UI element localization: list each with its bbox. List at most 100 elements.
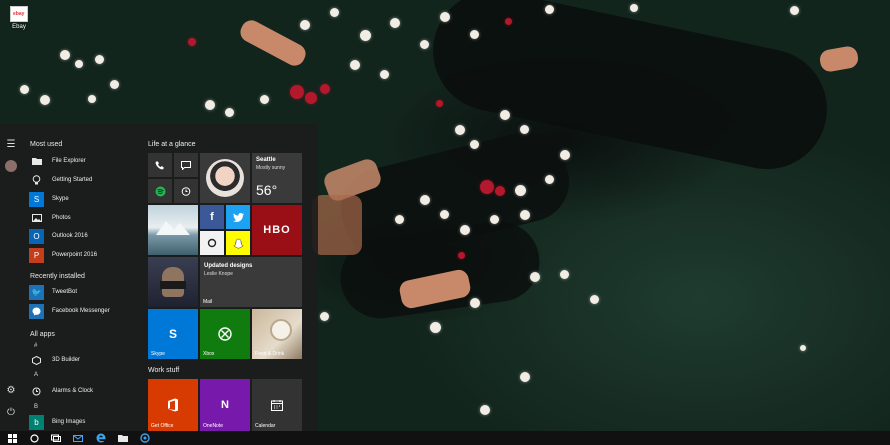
app-icon[interactable] <box>140 433 150 443</box>
app-label: Outlook 2016 <box>52 233 88 239</box>
alpha-header-hash[interactable]: # <box>34 343 37 349</box>
app-file-explorer[interactable]: File Explorer <box>29 153 86 169</box>
hbo-tile[interactable]: HBO <box>252 205 302 255</box>
onenote-label: OneNote <box>203 423 224 429</box>
skype-tile-label: Skype <box>151 351 165 357</box>
most-used-header: Most used <box>30 141 63 148</box>
food-image <box>270 319 292 341</box>
people-tile[interactable] <box>200 153 250 203</box>
alpha-header-b[interactable]: B <box>34 404 38 410</box>
hamburger-icon[interactable]: ☰ <box>5 138 17 150</box>
desktop-icon-label: Ebay <box>12 24 26 30</box>
hbo-now-tile[interactable] <box>148 257 198 307</box>
life-at-a-glance-header: Life at a glance <box>148 141 196 148</box>
calendar-tile[interactable]: Calendar <box>252 379 302 431</box>
xbox-tile-label: Xbox <box>203 351 215 357</box>
messaging-tile[interactable] <box>174 153 198 177</box>
camera-tile[interactable] <box>200 231 224 255</box>
app-label: File Explorer <box>52 158 86 164</box>
get-office-tile[interactable]: Get Office <box>148 379 198 431</box>
power-icon[interactable]: ⏻ <box>5 406 17 418</box>
cortana-search-icon[interactable] <box>29 433 39 443</box>
desktop-icon-ebay[interactable]: ebay Ebay <box>5 6 33 30</box>
food-drink-tile[interactable]: Food & Drink <box>252 309 302 359</box>
messenger-icon <box>29 303 44 319</box>
bing-icon: b <box>29 414 44 430</box>
app-getting-started[interactable]: Getting Started <box>29 172 92 188</box>
twitter-icon <box>226 205 250 229</box>
mail-subject: Updated designs <box>204 263 253 269</box>
get-office-label: Get Office <box>151 423 174 429</box>
food-tile-label: Food & Drink <box>255 351 285 357</box>
tile-area: Life at a glance Seattle Mostly sunny 56… <box>148 124 318 431</box>
app-3d-builder[interactable]: 3D Builder <box>29 352 80 368</box>
alarm-icon <box>174 179 198 203</box>
app-label: Powerpoint 2016 <box>52 252 98 258</box>
app-powerpoint[interactable]: P Powerpoint 2016 <box>29 247 97 263</box>
photos-tile[interactable] <box>148 205 198 255</box>
facebook-tile[interactable]: f <box>200 205 224 229</box>
message-icon <box>174 153 198 177</box>
app-label: Getting Started <box>52 177 93 183</box>
app-list: Most used File Explorer Getting Started … <box>24 124 142 431</box>
weather-condition: Mostly sunny <box>256 165 286 171</box>
calendar-label: Calendar <box>255 423 276 429</box>
app-label: Photos <box>52 215 71 221</box>
powerpoint-icon: P <box>29 247 44 263</box>
edge-icon[interactable] <box>96 433 106 443</box>
settings-icon[interactable]: ⚙ <box>5 384 17 396</box>
user-avatar[interactable] <box>5 160 17 172</box>
alarm-tile[interactable] <box>174 179 198 203</box>
photos-icon <box>29 211 44 226</box>
app-label: Skype <box>52 196 69 202</box>
spotify-icon <box>148 179 172 203</box>
work-stuff-header: Work stuff <box>148 367 180 374</box>
mail-icon[interactable] <box>73 433 83 443</box>
onenote-tile[interactable]: N OneNote <box>200 379 250 431</box>
folder-icon <box>29 154 44 169</box>
snapchat-tile[interactable] <box>226 231 250 255</box>
skype-icon: S <box>29 191 44 207</box>
start-rail: ☰ ⚙ ⏻ <box>0 124 22 431</box>
file-explorer-icon[interactable] <box>118 433 128 443</box>
skype-tile[interactable]: S Skype <box>148 309 198 359</box>
app-skype[interactable]: S Skype <box>29 191 69 207</box>
weather-temp: 56° <box>256 182 278 198</box>
weather-city: Seattle <box>256 157 276 163</box>
app-bing-images[interactable]: b Bing Images <box>29 414 85 430</box>
recently-installed-header: Recently installed <box>30 273 85 280</box>
weather-tile[interactable]: Seattle Mostly sunny 56° <box>252 153 302 203</box>
app-outlook[interactable]: O Outlook 2016 <box>29 228 88 244</box>
camera-icon <box>200 231 224 255</box>
snapchat-icon <box>226 231 250 255</box>
taskbar <box>0 431 890 445</box>
all-apps-header[interactable]: All apps <box>30 331 55 338</box>
twitter-tile[interactable] <box>226 205 250 229</box>
app-label: TweetBot <box>52 289 78 295</box>
windows-start-icon[interactable] <box>7 433 17 443</box>
ebay-icon: ebay <box>10 6 28 22</box>
phone-icon <box>148 153 172 177</box>
alpha-header-a[interactable]: A <box>34 372 38 378</box>
app-photos[interactable]: Photos <box>29 210 71 226</box>
app-label: 3D Builder <box>52 357 81 363</box>
facebook-icon: f <box>210 211 214 223</box>
spotify-tile[interactable] <box>148 179 172 203</box>
task-view-icon[interactable] <box>51 433 61 443</box>
app-label: Bing Images <box>52 419 86 425</box>
app-alarms-clock[interactable]: Alarms & Clock <box>29 383 93 399</box>
hbo-now-logo <box>160 281 186 289</box>
app-label: Alarms & Clock <box>52 388 94 394</box>
iceberg-image <box>156 221 190 235</box>
alarm-icon <box>29 384 44 399</box>
xbox-tile[interactable]: Xbox <box>200 309 250 359</box>
tweetbot-icon: 🐦 <box>29 284 44 300</box>
outlook-icon: O <box>29 228 44 244</box>
app-tweetbot[interactable]: 🐦 TweetBot <box>29 284 77 300</box>
avatar <box>206 159 244 197</box>
3d-builder-icon <box>29 353 44 368</box>
mail-tile[interactable]: Updated designs Leslie Knope Mail <box>200 257 302 307</box>
hbo-logo: HBO <box>263 224 291 236</box>
app-facebook-messenger[interactable]: Facebook Messenger <box>29 303 110 319</box>
phone-tile[interactable] <box>148 153 172 177</box>
